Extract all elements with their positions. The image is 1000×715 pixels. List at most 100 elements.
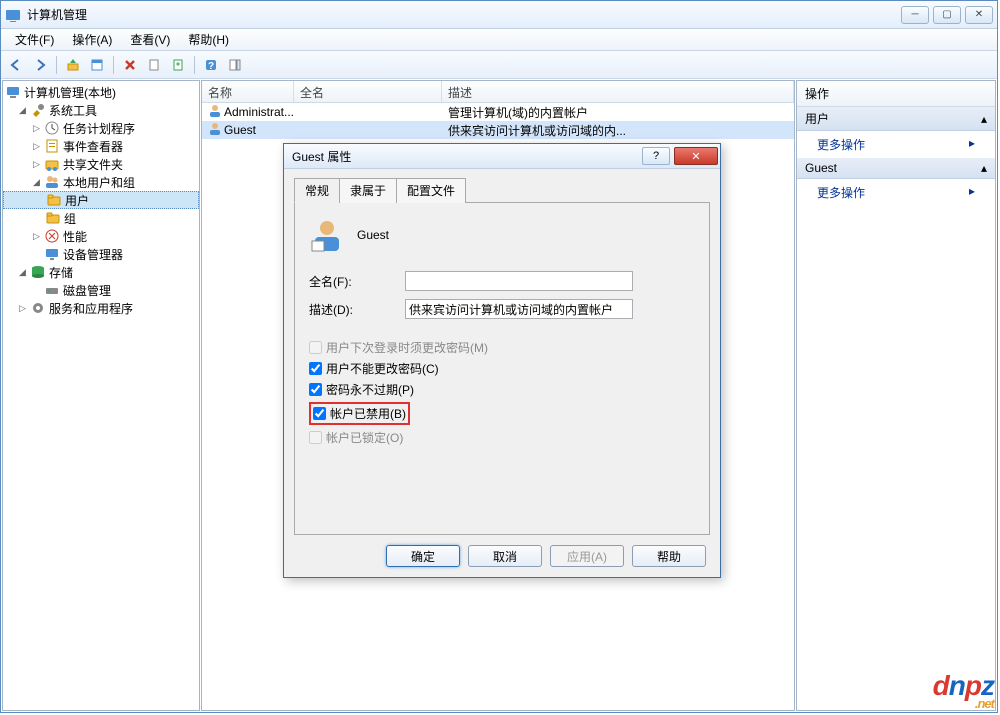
chk-neverexpire-label[interactable]: 密码永不过期(P) [326,381,414,398]
show-action-pane-button[interactable] [224,54,246,76]
user-icon [208,104,222,121]
action-section-guest[interactable]: Guest ▴ [797,158,995,179]
tree-systools[interactable]: ◢ 系统工具 [3,101,199,119]
close-button[interactable]: ✕ [965,6,993,24]
minimize-button[interactable]: ─ [901,6,929,24]
maximize-button[interactable]: ▢ [933,6,961,24]
chk-locked-label: 帐户已锁定(O) [326,429,403,446]
expander-icon[interactable]: ▷ [31,141,42,152]
disabled-highlight: 帐户已禁用(B) [309,402,410,425]
window-title: 计算机管理 [27,6,901,23]
up-button[interactable] [62,54,84,76]
share-icon [44,156,60,172]
tab-general[interactable]: 常规 [294,178,340,203]
col-name[interactable]: 名称 [202,81,294,102]
menu-help[interactable]: 帮助(H) [180,29,237,50]
ok-button[interactable]: 确定 [386,545,460,567]
chk-disabled-label[interactable]: 帐户已禁用(B) [330,405,406,422]
expander-icon[interactable]: ◢ [17,105,28,116]
action-section-label: Guest [805,161,837,175]
tree-label: 计算机管理(本地) [24,84,116,101]
desc-input[interactable] [405,299,633,319]
tabs: 常规 隶属于 配置文件 [294,177,710,203]
tree-panel[interactable]: 计算机管理(本地) ◢ 系统工具 ▷ 任务计划程序 ▷ 事件查看器 [2,80,200,711]
action-more-users[interactable]: 更多操作 ▸ [797,131,995,158]
tree-label: 本地用户和组 [63,174,135,191]
toolbar: ? [1,51,997,79]
storage-icon [30,264,46,280]
tree-diskmgmt[interactable]: ▷ 磁盘管理 [3,281,199,299]
expander-icon[interactable]: ◢ [17,267,28,278]
export-button[interactable] [167,54,189,76]
chk-disabled[interactable] [313,407,326,420]
tree-users[interactable]: 用户 [3,191,199,209]
tree-root[interactable]: 计算机管理(本地) [3,83,199,101]
chk-locked [309,431,322,444]
cell-desc: 供来宾访问计算机或访问域的内... [442,122,632,139]
action-section-users[interactable]: 用户 ▴ [797,107,995,131]
svg-text:?: ? [208,61,214,72]
cancel-button[interactable]: 取消 [468,545,542,567]
dialog-help-button[interactable]: ? [642,147,670,165]
tree-sharedfolders[interactable]: ▷ 共享文件夹 [3,155,199,173]
apply-button[interactable]: 应用(A) [550,545,624,567]
titlebar: 计算机管理 ─ ▢ ✕ [1,1,997,29]
tree-label: 服务和应用程序 [49,300,133,317]
users-icon [44,174,60,190]
chk-cannotchange[interactable] [309,362,322,375]
chk-cannotchange-label[interactable]: 用户不能更改密码(C) [326,360,439,377]
menu-file[interactable]: 文件(F) [7,29,62,50]
cell-name: Administrat... [224,105,294,119]
col-desc[interactable]: 描述 [442,81,794,102]
menu-action[interactable]: 操作(A) [64,29,120,50]
tree-devmgr[interactable]: ▷ 设备管理器 [3,245,199,263]
tree-label: 用户 [65,192,89,209]
tab-memberof[interactable]: 隶属于 [339,178,397,203]
tree-label: 事件查看器 [63,138,123,155]
tree-storage[interactable]: ◢ 存储 [3,263,199,281]
services-icon [30,300,46,316]
chk-neverexpire[interactable] [309,383,322,396]
tab-profile[interactable]: 配置文件 [396,178,466,203]
expander-icon[interactable]: ▷ [31,123,42,134]
tree-label: 系统工具 [49,102,97,119]
watermark: dnpz .net [933,670,994,711]
dialog-username: Guest [357,228,389,242]
expander-icon[interactable]: ▷ [17,303,28,314]
tree-services[interactable]: ▷ 服务和应用程序 [3,299,199,317]
expander-icon[interactable]: ▷ [31,231,42,242]
properties-button[interactable] [86,54,108,76]
action-more-guest[interactable]: 更多操作 ▸ [797,179,995,206]
tree-performance[interactable]: ▷ 性能 [3,227,199,245]
col-fullname[interactable]: 全名 [294,81,442,102]
perf-icon [44,228,60,244]
tree-eventviewer[interactable]: ▷ 事件查看器 [3,137,199,155]
tree-groups[interactable]: 组 [3,209,199,227]
list-row[interactable]: Guest 供来宾访问计算机或访问域的内... [202,121,794,139]
delete-button[interactable] [119,54,141,76]
action-link-label: 更多操作 [817,184,865,201]
menu-view[interactable]: 查看(V) [122,29,178,50]
dialog-close-button[interactable]: ✕ [674,147,718,165]
dialog-title: Guest 属性 [292,148,642,165]
help-button[interactable]: ? [200,54,222,76]
folder-icon [46,192,62,208]
fullname-input[interactable] [405,271,633,291]
nav-forward-button[interactable] [29,54,51,76]
device-icon [44,246,60,262]
nav-back-button[interactable] [5,54,27,76]
desc-label: 描述(D): [309,301,397,318]
tree-taskscheduler[interactable]: ▷ 任务计划程序 [3,119,199,137]
collapse-icon: ▴ [981,112,987,126]
expander-icon[interactable]: ◢ [31,177,42,188]
dialog-titlebar[interactable]: Guest 属性 ? ✕ [284,144,720,169]
dialog-buttons: 确定 取消 应用(A) 帮助 [284,535,720,577]
list-header: 名称 全名 描述 [202,81,794,103]
tree-localusers[interactable]: ◢ 本地用户和组 [3,173,199,191]
action-panel: 操作 用户 ▴ 更多操作 ▸ Guest ▴ 更多操作 ▸ [796,80,996,711]
help-button[interactable]: 帮助 [632,545,706,567]
action-section-label: 用户 [805,110,829,127]
expander-icon[interactable]: ▷ [31,159,42,170]
list-row[interactable]: Administrat... 管理计算机(域)的内置帐户 [202,103,794,121]
refresh-button[interactable] [143,54,165,76]
